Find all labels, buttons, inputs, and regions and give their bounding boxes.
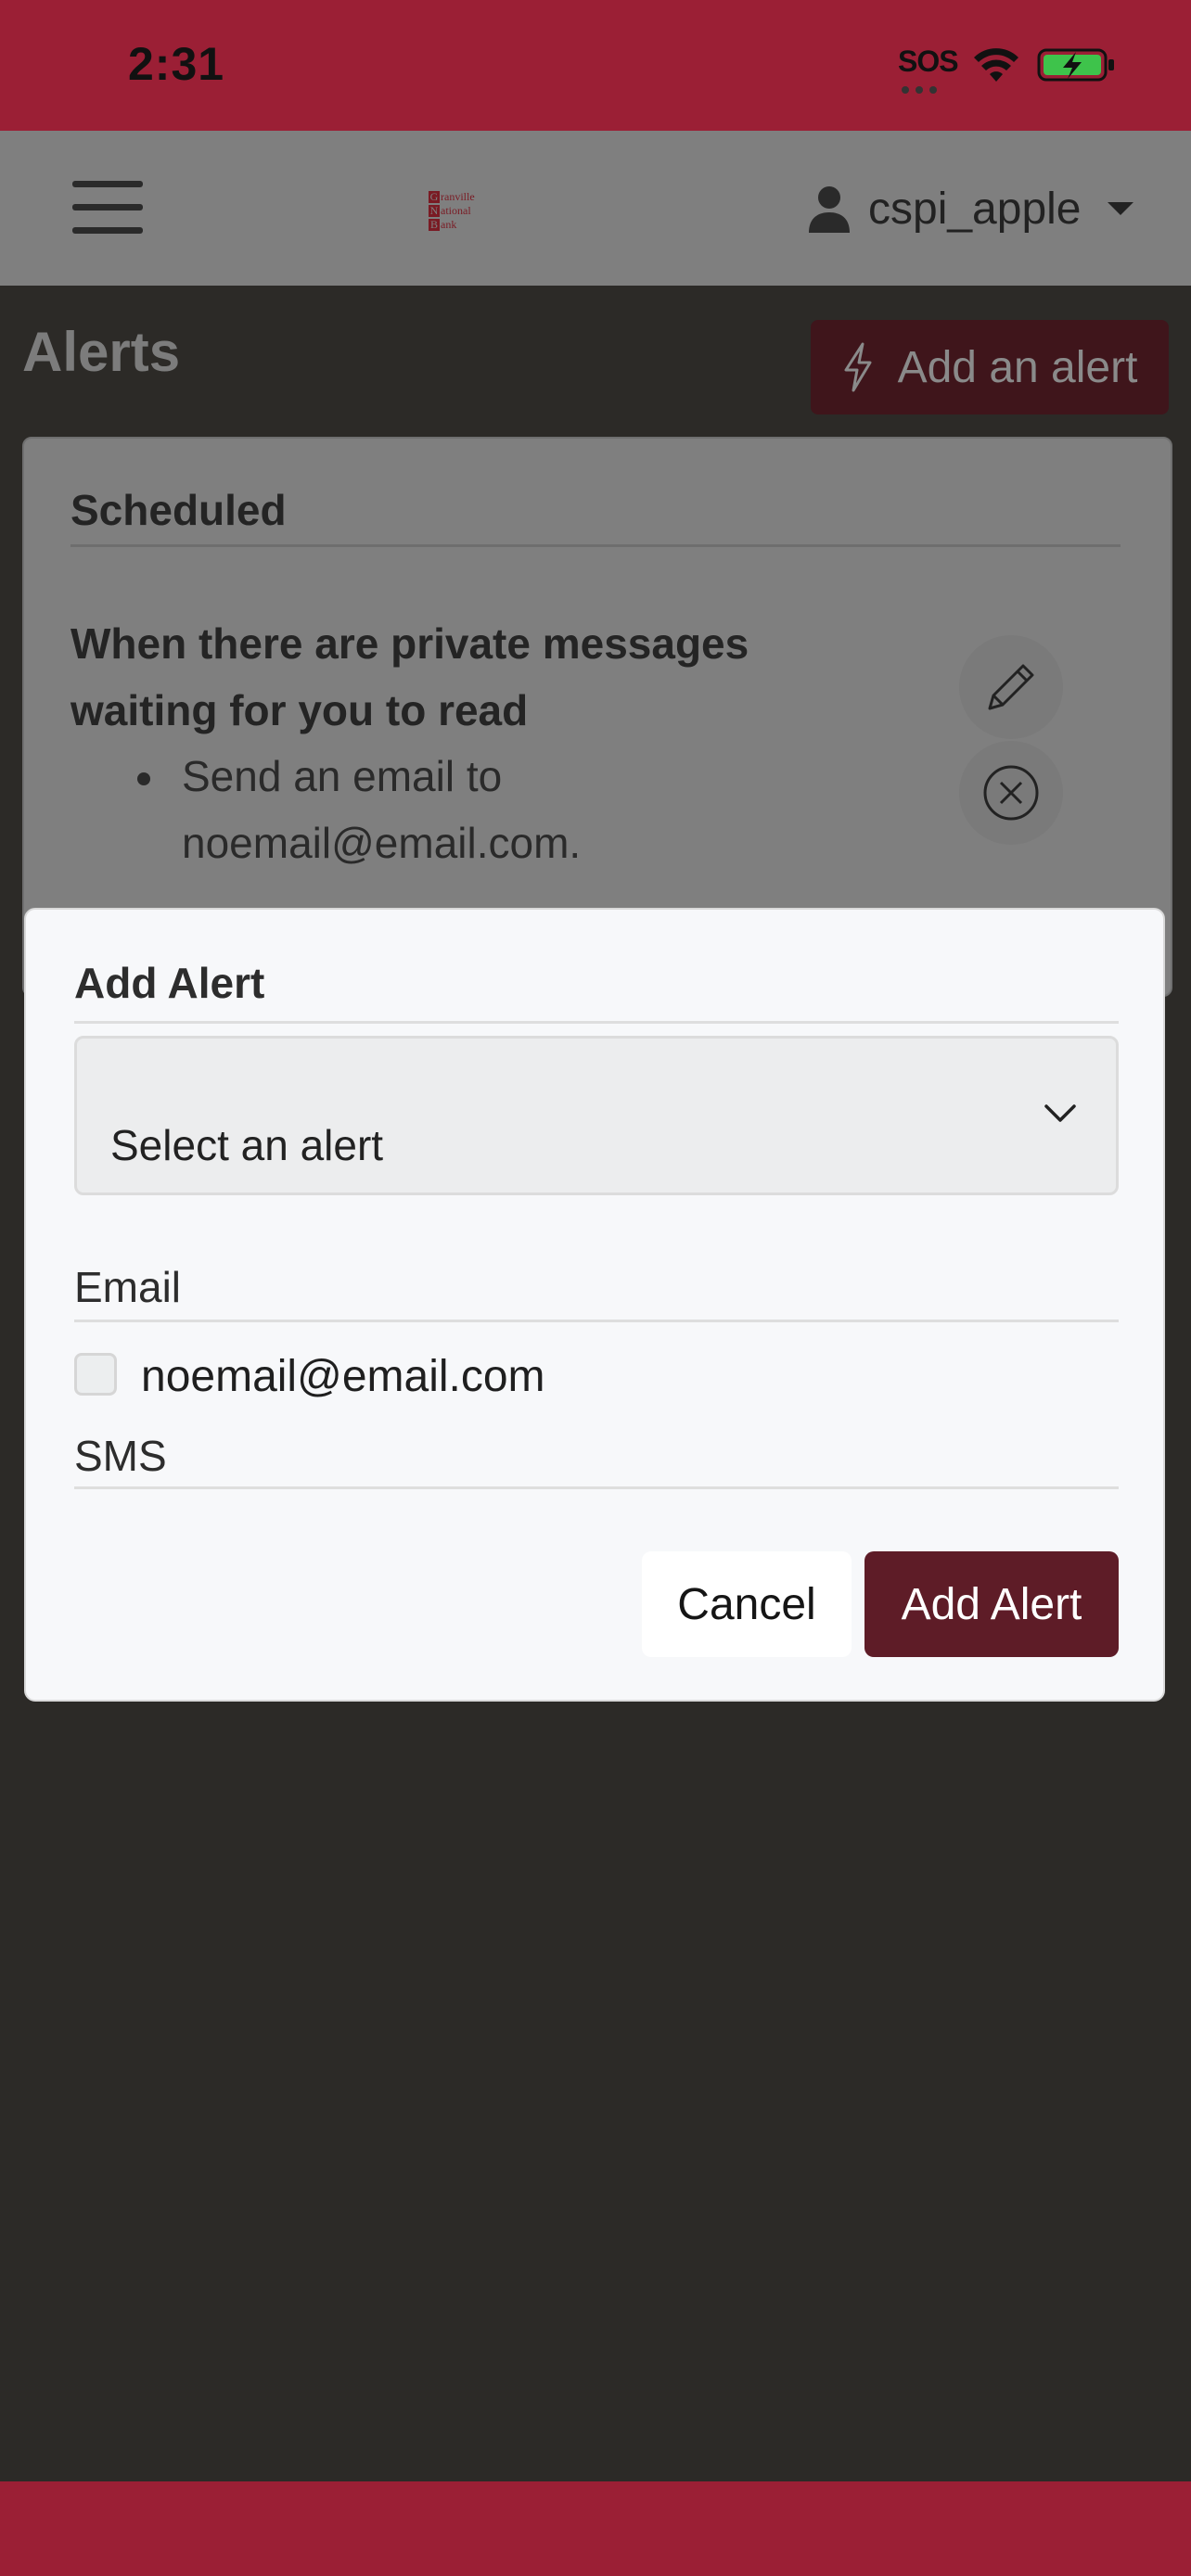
top-navbar: Granville National Bank cspi_apple	[0, 131, 1191, 286]
logo-line: ank	[441, 218, 457, 231]
bank-logo[interactable]: Granville National Bank	[429, 190, 493, 236]
list-bullet	[137, 772, 150, 785]
logo-line: ational	[441, 204, 471, 217]
delete-alert-button[interactable]	[959, 741, 1063, 845]
email-checkbox[interactable]	[74, 1353, 117, 1396]
pencil-icon	[988, 664, 1034, 710]
status-time: 2:31	[128, 38, 225, 90]
alert-description: When there are private messages waiting …	[70, 619, 749, 734]
status-bar: 2:31 SOS	[0, 0, 1191, 131]
logo-initial: B	[429, 218, 440, 231]
page-title: Alerts	[22, 321, 181, 383]
wifi-icon	[974, 48, 1018, 82]
logo-line: ranville	[441, 190, 475, 203]
sos-indicator: SOS	[898, 45, 959, 78]
add-an-alert-label: Add an alert	[897, 342, 1138, 392]
edit-alert-button[interactable]	[959, 635, 1063, 739]
select-value: Select an alert	[110, 1121, 384, 1169]
add-alert-button[interactable]: Add Alert	[864, 1551, 1119, 1657]
add-an-alert-button[interactable]: Add an alert	[811, 320, 1169, 414]
alert-action-item: Send an email to noemail@email.com.	[182, 752, 582, 867]
username: cspi_apple	[868, 184, 1082, 234]
email-section-label: Email	[74, 1262, 1119, 1322]
user-icon	[809, 186, 850, 233]
battery-charging-icon	[1037, 48, 1114, 82]
logo-initial: G	[429, 190, 440, 203]
cancel-button[interactable]: Cancel	[642, 1551, 852, 1657]
signal-dots	[902, 82, 957, 94]
bottom-bar	[0, 2481, 1191, 2576]
logo-initial: N	[429, 204, 440, 217]
chevron-down-icon	[1044, 1104, 1076, 1122]
lightning-icon	[844, 342, 872, 392]
sms-section-label: SMS	[74, 1431, 1119, 1489]
modal-title: Add Alert	[74, 958, 1119, 1024]
add-alert-modal: Add Alert Select an alert Email noemail@…	[24, 908, 1165, 1702]
menu-icon[interactable]	[72, 181, 143, 235]
caret-down-icon	[1107, 202, 1133, 215]
email-checkbox-label[interactable]: noemail@email.com	[141, 1351, 545, 1402]
user-menu[interactable]: cspi_apple	[807, 181, 1133, 236]
section-title: Scheduled	[70, 485, 1121, 547]
alert-type-select[interactable]: Select an alert	[74, 1036, 1119, 1195]
close-circle-icon	[983, 765, 1039, 821]
